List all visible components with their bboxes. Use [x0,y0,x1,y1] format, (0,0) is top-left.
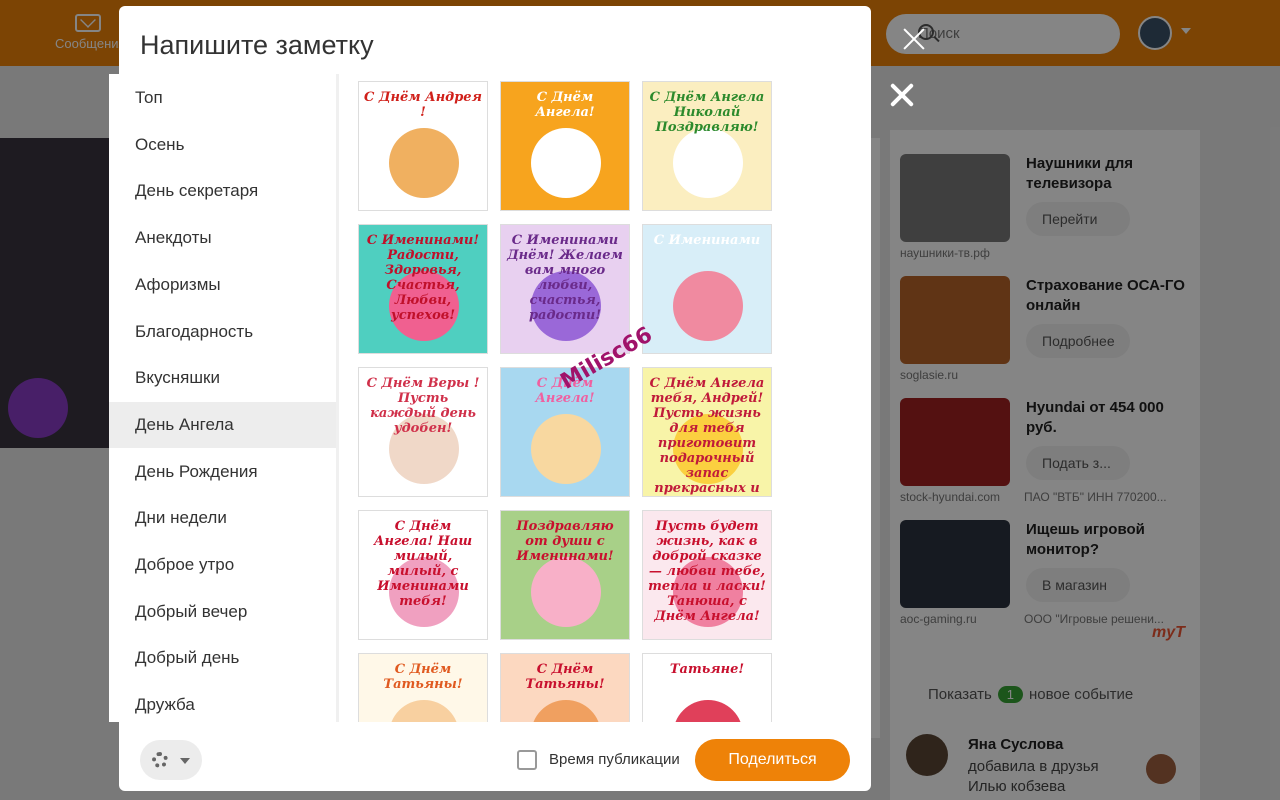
postcard[interactable]: С Днём Татьяны! [500,653,630,722]
postcard[interactable]: С Днём Ангела! Наш милый, милый, с Имени… [358,510,488,640]
postcard-illustration [389,128,459,198]
postcard[interactable]: С Днём Ангела! [500,81,630,211]
category-item[interactable]: Добрый вечер [109,589,337,635]
postcard[interactable]: Татьяне! [642,653,772,722]
close-icon[interactable] [899,23,931,55]
postcard[interactable]: С Именинами Днём! Желаем вам много любви… [500,224,630,354]
category-item[interactable]: Афоризмы [109,262,337,308]
postcard-illustration [673,128,743,198]
postcard-text: Татьяне! [669,662,745,677]
postcard[interactable]: Пусть будет жизнь, как в доброй сказке —… [642,510,772,640]
dialog-title: Напишите заметку [140,30,374,60]
postcard-illustration [673,700,743,722]
postcard-text: Пусть будет жизнь, как в доброй сказке —… [648,519,766,624]
dialog-footer: Время публикации Поделиться [119,724,871,791]
publish-time-label[interactable]: Время публикации [549,751,680,768]
postcard-text: С Днём Андрея ! [364,90,482,120]
postcard-text: Поздравляю от души с Именинами! [516,519,614,564]
settings-button[interactable] [140,740,202,780]
postcard-text: С Именинами! Радости, Здоровья, Счастья,… [366,233,480,323]
postcard-text: С Днём Ангела Николай Поздравляю! [649,90,765,135]
category-item[interactable]: Благодарность [109,309,337,355]
postcard-illustration [531,557,601,627]
postcard[interactable]: С Днём Андрея ! [358,81,488,211]
postcard-illustration [531,700,601,722]
postcard[interactable]: С Именинами [642,224,772,354]
category-item[interactable]: Топ [109,75,337,121]
category-item[interactable]: Дни недели [109,495,337,541]
category-item[interactable]: Осень [109,122,337,168]
postcard[interactable]: С Именинами! Радости, Здоровья, Счастья,… [358,224,488,354]
postcard-text: С Именинами [653,233,761,248]
publish-time-checkbox[interactable] [517,750,537,770]
postcard-text: С Днём Ангела! Наш милый, милый, с Имени… [373,519,473,609]
share-button[interactable]: Поделиться [695,739,850,781]
postcard-illustration [531,128,601,198]
category-item[interactable]: День Ангела [109,401,337,448]
postcard-illustration [389,700,459,722]
close-icon[interactable] [887,80,917,110]
postcard[interactable]: С Днём Татьяны! [358,653,488,722]
category-item[interactable]: Анекдоты [109,215,337,261]
postcard-grid: С Днём Андрея ! С Днём Ангела! С Днём Анге… [358,81,778,722]
gear-icon [152,752,168,768]
category-list: Топ Осень День секретаря Анекдоты Афоризмы Бл… [109,74,337,722]
postcard[interactable]: С Днём Ангела тебя, Андрей! Пусть жизнь … [642,367,772,497]
category-item[interactable]: День Рождения [109,449,337,495]
postcard-text: С Днём Веры ! Пусть каждый день удобен! [366,376,480,436]
category-item[interactable]: Дружба [109,682,337,722]
postcard-text: С Днём Татьяны! [525,662,605,692]
category-item[interactable]: Добрый день [109,635,337,681]
postcard-text: С Днём Ангела! [535,90,595,120]
postcard-text: С Именинами Днём! Желаем вам много любви… [507,233,623,323]
postcard-illustration [531,414,601,484]
chevron-down-icon [180,758,190,764]
postcard[interactable]: С Днём Ангела Николай Поздравляю! [642,81,772,211]
category-item[interactable]: День секретаря [109,168,337,214]
postcard-illustration [673,271,743,341]
postcard-text: С Днём Ангела тебя, Андрей! Пусть жизнь … [649,376,765,496]
postcard-text: С Днём Татьяны! [383,662,463,692]
postcard-picker: Топ Осень День секретаря Анекдоты Афоризмы Бл… [109,74,860,722]
postcard[interactable]: С Днём Веры ! Пусть каждый день удобен! [358,367,488,497]
postcard[interactable]: Поздравляю от души с Именинами! [500,510,630,640]
divider [336,74,339,722]
category-item[interactable]: Вкусняшки [109,355,337,401]
category-item[interactable]: Доброе утро [109,542,337,588]
